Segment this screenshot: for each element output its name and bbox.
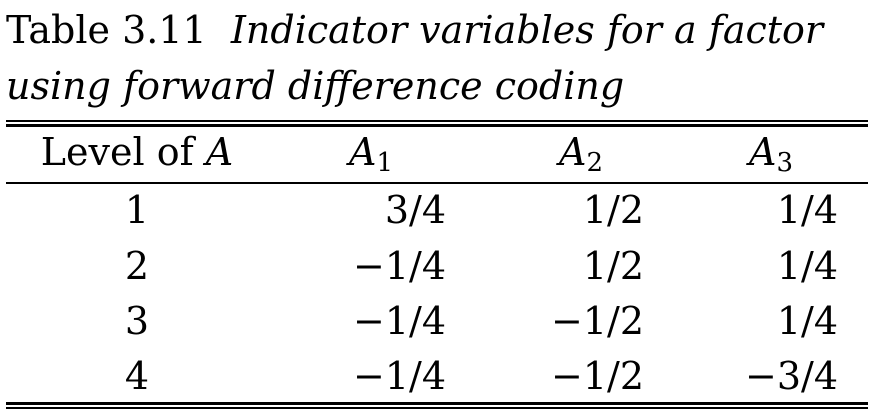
cell-a2: −1/2 — [551, 299, 644, 343]
cell-level: 4 — [124, 354, 150, 398]
header-a3-var: A — [749, 130, 777, 174]
cell-a2: −1/2 — [551, 354, 644, 398]
cell-level: 1 — [124, 188, 150, 232]
header-level-var: A — [205, 130, 234, 174]
table-row: 3 −1/4 −1/2 1/4 — [6, 293, 868, 349]
table-row: 2 −1/4 1/2 1/4 — [6, 238, 868, 294]
cell-a3: 1/4 — [776, 188, 838, 232]
header-a3-sub: 3 — [776, 148, 793, 178]
header-a2-var: A — [559, 130, 587, 174]
cell-a1: −1/4 — [353, 299, 446, 343]
top-rule-1 — [6, 120, 868, 122]
cell-a2: 1/2 — [582, 244, 644, 288]
table-row: 1 3/4 1/2 1/4 — [6, 182, 868, 238]
header-a3: A3 — [706, 124, 836, 191]
cell-a3: −3/4 — [745, 354, 838, 398]
cell-a3: 1/4 — [776, 244, 838, 288]
header-a1-sub: 1 — [376, 148, 393, 178]
header-a2-sub: 2 — [586, 148, 603, 178]
cell-a1: −1/4 — [353, 244, 446, 288]
table-number: Table 3.11 — [6, 8, 207, 52]
header-level: Level of A — [6, 124, 268, 180]
header-a1: A1 — [306, 124, 436, 191]
header-a1-var: A — [349, 130, 377, 174]
table-row: 4 −1/4 −1/2 −3/4 — [6, 348, 868, 404]
cell-level: 3 — [124, 299, 150, 343]
cell-a1: −1/4 — [353, 354, 446, 398]
cell-level: 2 — [124, 244, 150, 288]
header-level-text: Level of — [40, 130, 206, 174]
cell-a3: 1/4 — [776, 299, 838, 343]
cell-a1: 3/4 — [384, 188, 446, 232]
header-a2: A2 — [516, 124, 646, 191]
bottom-rule-1 — [6, 402, 868, 405]
cell-a2: 1/2 — [582, 188, 644, 232]
bottom-rule-2 — [6, 407, 868, 409]
table-header-row: Level of A A1 A2 A3 — [6, 124, 868, 180]
table-caption: Table 3.11 Indicator variables for a fac… — [6, 2, 872, 114]
